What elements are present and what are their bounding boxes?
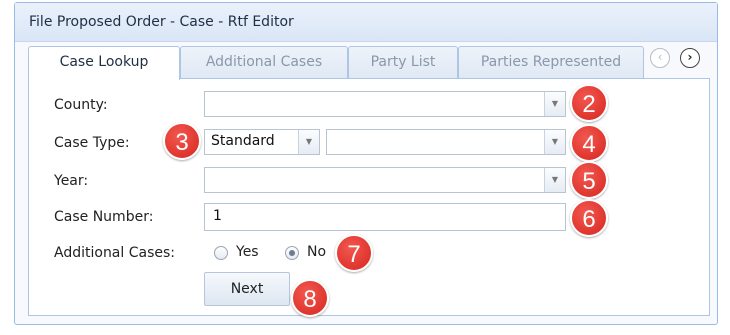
radio-no-label[interactable]: No xyxy=(307,242,326,262)
year-label: Year: xyxy=(54,173,89,189)
radio-yes-label[interactable]: Yes xyxy=(236,242,259,262)
chevron-down-icon[interactable]: ▼ xyxy=(544,130,565,154)
callout-badge: 4 xyxy=(570,124,608,162)
tab-parties-represented[interactable]: Parties Represented xyxy=(458,46,644,79)
case-subtype-combo[interactable]: ▼ xyxy=(326,129,566,155)
tab-additional-cases[interactable]: Additional Cases xyxy=(180,46,348,79)
callout-badge: 5 xyxy=(570,161,608,199)
chevron-down-icon[interactable]: ▼ xyxy=(544,92,565,116)
case-type-value: Standard xyxy=(211,133,275,149)
next-button[interactable]: Next xyxy=(204,272,290,306)
chevron-down-icon[interactable]: ▼ xyxy=(544,168,565,192)
additional-cases-label: Additional Cases: xyxy=(54,245,176,261)
county-combo[interactable]: ▼ xyxy=(204,91,566,117)
tab-scroll-left-icon[interactable]: ‹ xyxy=(650,48,670,68)
case-number-label: Case Number: xyxy=(54,209,154,225)
callout-badge: 6 xyxy=(570,199,608,237)
case-type-combo[interactable]: Standard ▼ xyxy=(204,129,320,155)
case-type-label: Case Type: xyxy=(54,135,130,151)
tab-case-lookup[interactable]: Case Lookup xyxy=(28,46,180,80)
callout-badge: 2 xyxy=(570,84,608,122)
callout-badge: 7 xyxy=(335,234,373,272)
tab-party-list[interactable]: Party List xyxy=(348,46,458,79)
county-label: County: xyxy=(54,97,108,113)
year-combo[interactable]: ▼ xyxy=(204,167,566,193)
tab-scroll-right-icon[interactable]: › xyxy=(680,48,700,68)
radio-yes[interactable] xyxy=(214,246,228,260)
callout-badge: 3 xyxy=(163,122,201,160)
window-title: File Proposed Order - Case - Rtf Editor xyxy=(15,3,717,42)
case-number-input[interactable]: 1 xyxy=(204,203,566,231)
callout-badge: 8 xyxy=(291,279,329,317)
radio-no[interactable] xyxy=(285,246,299,260)
chevron-down-icon[interactable]: ▼ xyxy=(298,130,319,154)
